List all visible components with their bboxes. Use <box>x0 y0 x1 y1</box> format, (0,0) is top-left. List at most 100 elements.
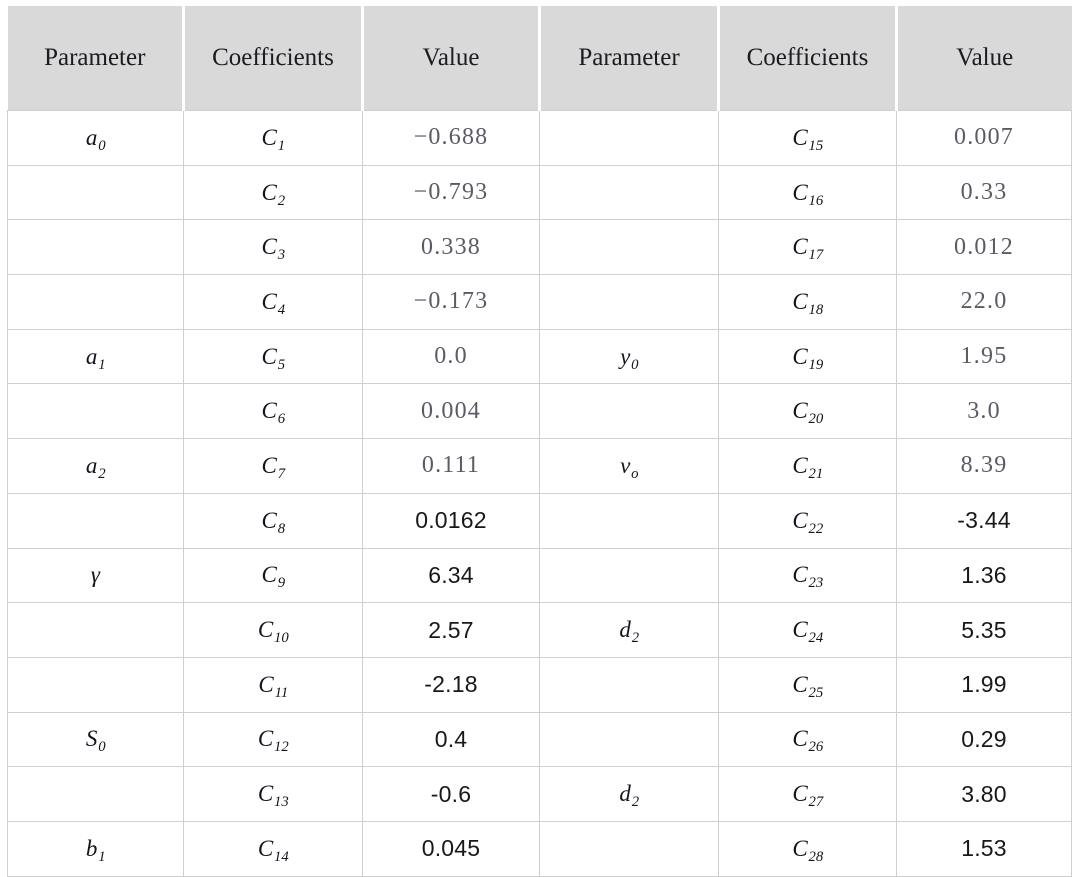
table-row: b1 C14 0.045 C28 1.53 <box>7 820 1072 877</box>
coefficient-cell-right: C15 <box>718 110 897 166</box>
column-header-parameter-left: Parameter <box>7 6 185 111</box>
column-header-coefficients-right: Coefficients <box>717 6 898 111</box>
parameter-symbol: S0 <box>85 726 106 756</box>
parameter-cell-empty-right <box>539 547 719 604</box>
table-row: a2 C7 0.111 νo C21 8.39 <box>7 438 1072 494</box>
parameter-cell-empty-right <box>539 711 719 768</box>
coefficient-symbol: C4 <box>261 288 286 318</box>
value-text: 0.111 <box>421 452 481 479</box>
table-row: C11 -2.18 C25 1.99 <box>7 656 1072 713</box>
coefficient-cell-left: C9 <box>183 547 363 604</box>
coefficient-cell-left: C13 <box>183 766 363 822</box>
value-text: 0.33 <box>960 179 1008 206</box>
coefficient-cell-right: C27 <box>718 766 897 822</box>
column-header-value-left: Value <box>361 6 541 111</box>
coefficient-symbol: C19 <box>792 343 824 373</box>
coefficient-cell-right: C21 <box>718 438 897 494</box>
coefficient-symbol: C15 <box>792 124 824 154</box>
value-cell-right: 0.012 <box>896 219 1072 276</box>
parameter-symbol: a0 <box>85 124 106 154</box>
value-cell-left: -2.18 <box>362 656 540 713</box>
coefficient-symbol: C27 <box>792 781 824 811</box>
parameter-cell-left: a1 <box>7 328 184 385</box>
table-row: C3 0.338 C17 0.012 <box>7 219 1072 276</box>
value-text: −0.173 <box>413 288 489 315</box>
value-text: 0.045 <box>421 835 481 862</box>
table-row: C2 −0.793 C16 0.33 <box>7 164 1072 221</box>
coefficient-cell-left: C4 <box>183 274 363 330</box>
value-text: −0.793 <box>413 179 489 206</box>
value-cell-right: 1.53 <box>896 820 1072 877</box>
table-row: a1 C5 0.0 y0 C19 1.95 <box>7 328 1072 385</box>
coefficient-symbol: C18 <box>792 288 824 318</box>
coefficient-cell-right: C16 <box>718 164 897 221</box>
parameter-cell-empty-left <box>7 656 184 713</box>
coefficient-cell-left: C8 <box>183 492 363 549</box>
value-cell-left: −0.793 <box>362 164 540 221</box>
coefficient-cell-right: C17 <box>718 219 897 276</box>
table-row: γ C9 6.34 C23 1.36 <box>7 547 1072 604</box>
value-text: 5.35 <box>961 616 1007 643</box>
value-text: 0.338 <box>421 233 481 260</box>
parameter-cell-empty-left <box>7 164 184 221</box>
parameter-cell-empty-right <box>539 110 719 166</box>
parameter-symbol: b1 <box>85 835 106 865</box>
parameter-cell-left: S0 <box>7 711 184 768</box>
value-cell-right: 3.80 <box>896 766 1072 822</box>
parameter-symbol: d2 <box>619 617 640 647</box>
coefficient-symbol: C5 <box>261 343 286 373</box>
value-text: 1.53 <box>961 835 1007 862</box>
coefficient-symbol: C16 <box>792 179 824 209</box>
value-text: -3.44 <box>957 507 1011 534</box>
parameter-symbol: a1 <box>85 343 106 373</box>
table-row: a0 C1 −0.688 C15 0.007 <box>7 110 1072 166</box>
value-cell-left: −0.688 <box>362 110 540 166</box>
value-text: -0.6 <box>430 780 472 807</box>
parameter-cell-left: a0 <box>7 110 184 166</box>
value-text: 0.004 <box>421 397 481 424</box>
table-body: a0 C1 −0.688 C15 0.007 C2 −0.793 C16 0.33 C3 0.338… <box>7 110 1072 877</box>
parameter-cell-empty-left <box>7 274 184 330</box>
value-cell-left: 0.338 <box>362 219 540 276</box>
table-row: S0 C12 0.4 C26 0.29 <box>7 711 1072 768</box>
coefficient-symbol: C9 <box>261 562 286 592</box>
parameter-symbol: d2 <box>619 781 640 811</box>
coefficients-table: Parameter Coefficients Value Parameter C… <box>7 6 1072 877</box>
coefficient-cell-right: C20 <box>718 383 897 440</box>
coefficient-symbol: C24 <box>792 617 824 647</box>
value-text: 0.4 <box>434 725 468 752</box>
value-text: 3.80 <box>961 780 1007 807</box>
value-cell-right: 0.007 <box>896 110 1072 166</box>
table-row: C10 2.57 d2 C24 5.35 <box>7 602 1072 658</box>
parameter-symbol: y0 <box>620 343 639 373</box>
table-row: C8 0.0162 C22 -3.44 <box>7 492 1072 549</box>
parameter-symbol: νo <box>620 452 639 482</box>
coefficient-symbol: C1 <box>261 124 286 154</box>
value-cell-right: 5.35 <box>896 602 1072 658</box>
parameter-cell-right: d2 <box>539 602 719 658</box>
value-cell-left: 0.0 <box>362 328 540 385</box>
parameter-cell-left: γ <box>7 547 184 604</box>
coefficient-cell-left: C12 <box>183 711 363 768</box>
coefficient-symbol: C17 <box>792 234 824 264</box>
parameter-cell-left: b1 <box>7 820 184 877</box>
value-text: 0.007 <box>954 124 1014 151</box>
value-cell-left: 2.57 <box>362 602 540 658</box>
value-text: 3.0 <box>967 397 1001 424</box>
value-text: −0.688 <box>413 124 489 151</box>
table-row: C13 -0.6 d2 C27 3.80 <box>7 766 1072 822</box>
coefficient-symbol: C25 <box>792 671 824 701</box>
coefficient-cell-right: C19 <box>718 328 897 385</box>
parameter-cell-empty-right <box>539 820 719 877</box>
value-text: 0.012 <box>954 233 1014 260</box>
column-header-parameter-right: Parameter <box>538 6 720 111</box>
coefficient-symbol: C10 <box>257 617 289 647</box>
coefficient-cell-left: C5 <box>183 328 363 385</box>
coefficient-cell-left: C11 <box>183 656 363 713</box>
coefficient-symbol: C3 <box>261 234 286 264</box>
coefficient-symbol: C12 <box>257 726 289 756</box>
coefficient-cell-left: C1 <box>183 110 363 166</box>
coefficient-symbol: C14 <box>257 835 289 865</box>
parameter-cell-empty-right <box>539 274 719 330</box>
parameter-symbol: a2 <box>85 452 106 482</box>
